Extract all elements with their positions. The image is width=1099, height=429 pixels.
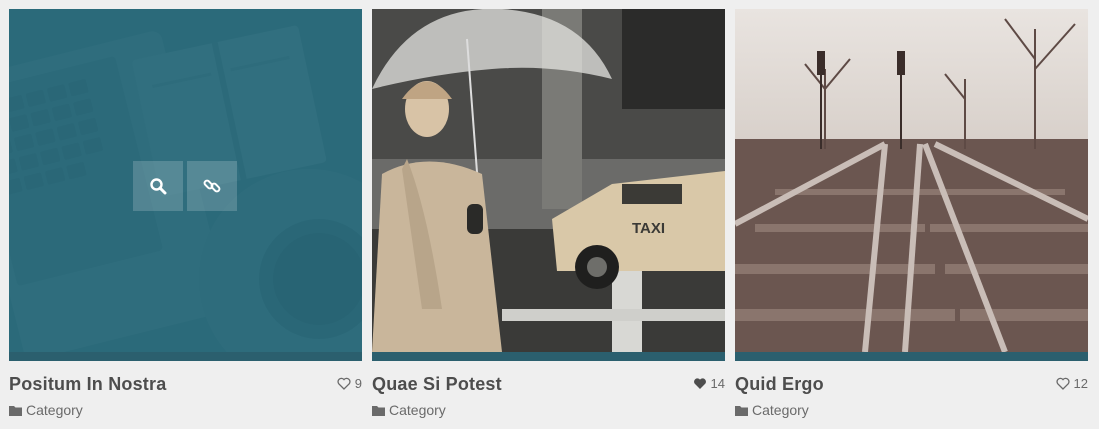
heart-filled-icon <box>693 378 706 389</box>
portfolio-thumbnail[interactable] <box>9 9 362 352</box>
railway-tracks-image <box>735 9 1088 352</box>
item-title[interactable]: Positum In Nostra <box>9 374 166 395</box>
heart-outline-icon <box>337 377 351 390</box>
category-link[interactable]: Category <box>735 402 809 418</box>
category-link[interactable]: Category <box>9 402 83 418</box>
folder-icon <box>735 405 748 416</box>
item-actions <box>133 161 237 211</box>
item-meta: Positum In Nostra 9 Category <box>9 361 362 429</box>
like-button[interactable]: 9 <box>337 376 362 391</box>
accent-bar <box>735 352 1088 361</box>
heart-outline-icon <box>1056 377 1070 390</box>
item-meta: Quae Si Potest 14 Category <box>372 361 725 429</box>
folder-icon <box>372 405 385 416</box>
link-icon <box>203 179 221 193</box>
portfolio-item: TAXI Quae Si Potest 14 Category <box>372 9 725 429</box>
portfolio-grid: Positum In Nostra 9 Category TAXI Quae S… <box>9 9 1088 429</box>
accent-bar <box>372 352 725 361</box>
like-button[interactable]: 14 <box>693 376 725 391</box>
like-count: 9 <box>354 376 362 391</box>
svg-text:TAXI: TAXI <box>632 220 665 237</box>
accent-bar <box>9 352 362 361</box>
portfolio-thumbnail[interactable]: TAXI <box>372 9 725 352</box>
category-label: Category <box>752 402 809 418</box>
portfolio-item: Positum In Nostra 9 Category <box>9 9 362 429</box>
category-link[interactable]: Category <box>372 402 446 418</box>
category-label: Category <box>26 402 83 418</box>
portfolio-item: Quid Ergo 12 Category <box>735 9 1088 429</box>
umbrella-woman-image: TAXI <box>372 9 725 352</box>
item-title[interactable]: Quae Si Potest <box>372 374 502 395</box>
category-label: Category <box>389 402 446 418</box>
zoom-button[interactable] <box>133 161 183 211</box>
item-title[interactable]: Quid Ergo <box>735 374 824 395</box>
like-button[interactable]: 12 <box>1056 376 1088 391</box>
like-count: 14 <box>710 376 725 391</box>
like-count: 12 <box>1073 376 1088 391</box>
item-meta: Quid Ergo 12 Category <box>735 361 1088 429</box>
link-button[interactable] <box>187 161 237 211</box>
portfolio-thumbnail[interactable] <box>735 9 1088 352</box>
search-icon <box>150 178 167 195</box>
folder-icon <box>9 405 22 416</box>
